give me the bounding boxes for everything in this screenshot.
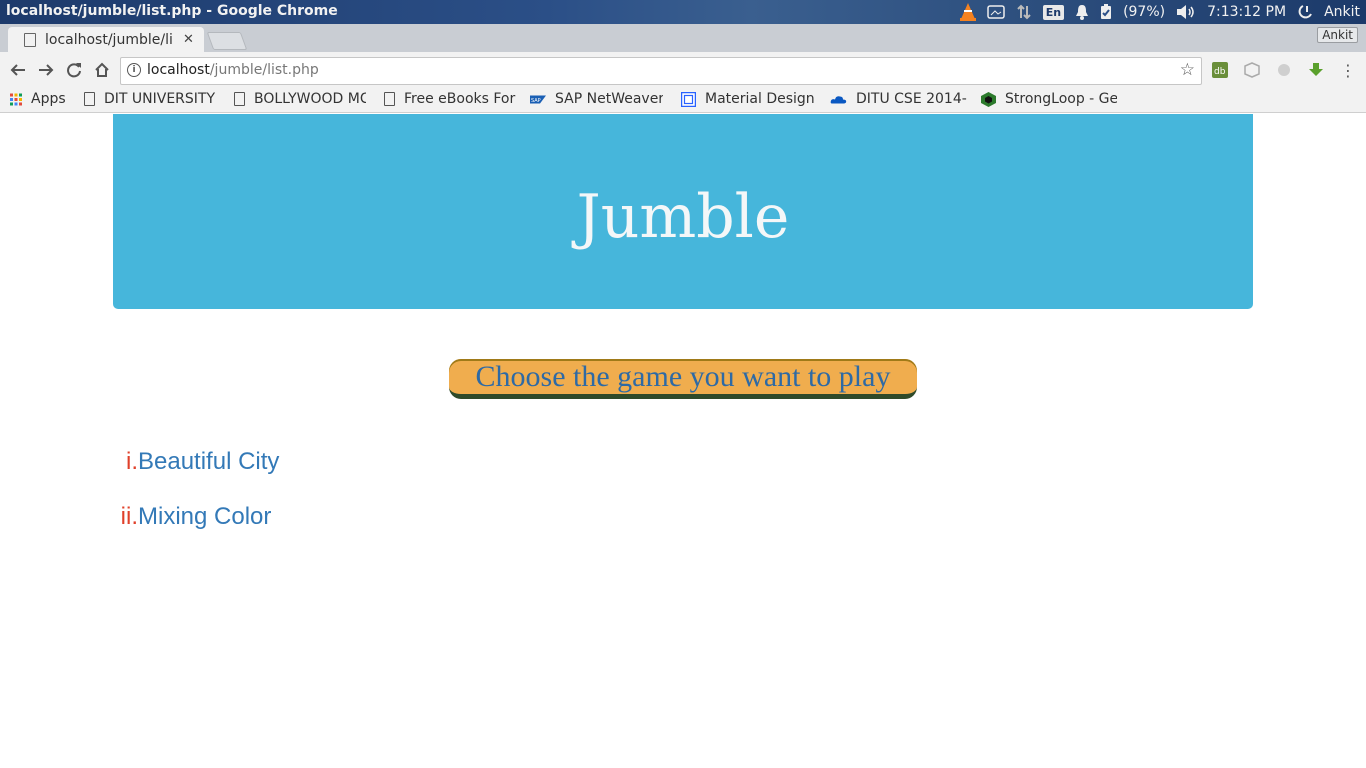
home-button[interactable]: [92, 60, 112, 80]
game-link-beautiful-city[interactable]: Beautiful City: [138, 448, 279, 476]
material-design-icon: [681, 91, 696, 107]
bookmark-star-icon[interactable]: ☆: [1180, 60, 1195, 80]
bookmark-apps[interactable]: Apps: [10, 91, 66, 107]
battery-percentage: (97%): [1123, 4, 1166, 20]
bookmark-label: BOLLYWOOD MC: [254, 91, 366, 107]
page-title: Jumble: [576, 182, 790, 252]
window-title: localhost/jumble/list.php - Google Chrom…: [6, 3, 338, 19]
bookmark-label: SAP NetWeaver: [555, 91, 663, 107]
session-icon[interactable]: [1297, 4, 1313, 20]
bookmark-label: Free eBooks For: [404, 91, 516, 107]
page-icon: [24, 32, 36, 47]
list-numeral: ii.: [120, 503, 138, 530]
strongloop-icon: [981, 91, 996, 107]
page-icon: [234, 92, 245, 106]
reload-icon: [67, 63, 81, 78]
svg-text:db: db: [1214, 67, 1226, 77]
network-icon[interactable]: [1016, 4, 1032, 20]
list-numeral: i.: [126, 448, 138, 475]
svg-text:SAP: SAP: [531, 98, 541, 104]
keyboard-language-indicator[interactable]: En: [1042, 4, 1065, 20]
apps-grid-icon: [10, 93, 22, 105]
bookmark-label: DIT UNIVERSITY,: [104, 91, 216, 107]
bookmark-label: Apps: [31, 91, 66, 107]
extension-circle-icon[interactable]: [1276, 62, 1292, 78]
tab-active[interactable]: localhost/jumble/li ✕: [8, 27, 204, 52]
game-list: i. Beautiful City ii. Mixing Color: [113, 448, 280, 558]
extension-db-icon[interactable]: db: [1212, 62, 1228, 78]
notification-bell-icon[interactable]: [1075, 4, 1089, 20]
os-top-panel: localhost/jumble/list.php - Google Chrom…: [0, 0, 1366, 24]
browser-toolbar: i localhost/jumble/list.php ☆ db ⋮: [0, 52, 1366, 88]
bookmark-strongloop[interactable]: StrongLoop - Get: [981, 91, 1117, 107]
volume-icon[interactable]: [1176, 4, 1196, 20]
bookmark-label: Material Design: [705, 91, 815, 107]
reload-button[interactable]: [64, 60, 84, 80]
screen-icon[interactable]: [986, 5, 1005, 19]
user-name[interactable]: Ankit: [1324, 4, 1360, 20]
info-icon[interactable]: i: [127, 63, 141, 77]
forward-button[interactable]: [36, 60, 56, 80]
bookmark-label: DITU CSE 2014-1: [856, 91, 968, 107]
choose-game-button[interactable]: Choose the game you want to play: [449, 359, 917, 399]
extension-download-icon[interactable]: [1308, 62, 1324, 78]
jumble-header-banner: Jumble: [113, 114, 1253, 309]
bookmark-sap-netweaver[interactable]: SAP SAP NetWeaver: [530, 91, 663, 107]
bookmark-bollywood[interactable]: BOLLYWOOD MC: [234, 91, 366, 107]
back-button[interactable]: [8, 60, 28, 80]
onedrive-icon: [830, 95, 847, 103]
tab-title: localhost/jumble/li: [45, 31, 173, 48]
url-text[interactable]: localhost/jumble/list.php: [147, 62, 319, 78]
list-item: ii. Mixing Color: [113, 503, 279, 558]
sap-icon: SAP: [530, 95, 546, 104]
close-tab-icon[interactable]: ✕: [183, 32, 194, 47]
bookmarks-bar: Apps DIT UNIVERSITY, BOLLYWOOD MC Free e…: [0, 88, 1366, 113]
forward-arrow-icon: [39, 64, 54, 76]
page-icon: [84, 92, 95, 106]
bookmark-free-ebooks[interactable]: Free eBooks For: [384, 91, 516, 107]
back-arrow-icon: [10, 64, 25, 76]
bookmark-label: StrongLoop - Get: [1005, 91, 1117, 107]
url-host: localhost: [147, 62, 210, 78]
page-icon: [384, 92, 395, 106]
game-link-mixing-color[interactable]: Mixing Color: [138, 503, 271, 531]
clock[interactable]: 7:13:12 PM: [1207, 4, 1286, 20]
new-tab-button[interactable]: [206, 32, 248, 50]
extension-box-icon[interactable]: [1244, 62, 1260, 78]
address-bar[interactable]: i localhost/jumble/list.php ☆: [120, 57, 1202, 85]
menu-icon[interactable]: ⋮: [1340, 61, 1356, 80]
system-tray: En (97%) 7:13:12 PM Ankit: [959, 0, 1360, 24]
bookmark-material-design[interactable]: Material Design: [681, 91, 817, 107]
tab-strip: localhost/jumble/li ✕ Ankit: [0, 24, 1366, 52]
url-path: /jumble/list.php: [209, 62, 319, 78]
profile-button[interactable]: Ankit: [1317, 27, 1358, 43]
battery-icon[interactable]: [1100, 4, 1112, 20]
bookmark-ditu-cse[interactable]: DITU CSE 2014-1: [830, 91, 968, 107]
list-item: i. Beautiful City: [113, 448, 279, 503]
home-icon: [95, 62, 109, 77]
bookmark-dit-university[interactable]: DIT UNIVERSITY,: [84, 91, 216, 107]
vlc-icon[interactable]: [959, 3, 976, 21]
